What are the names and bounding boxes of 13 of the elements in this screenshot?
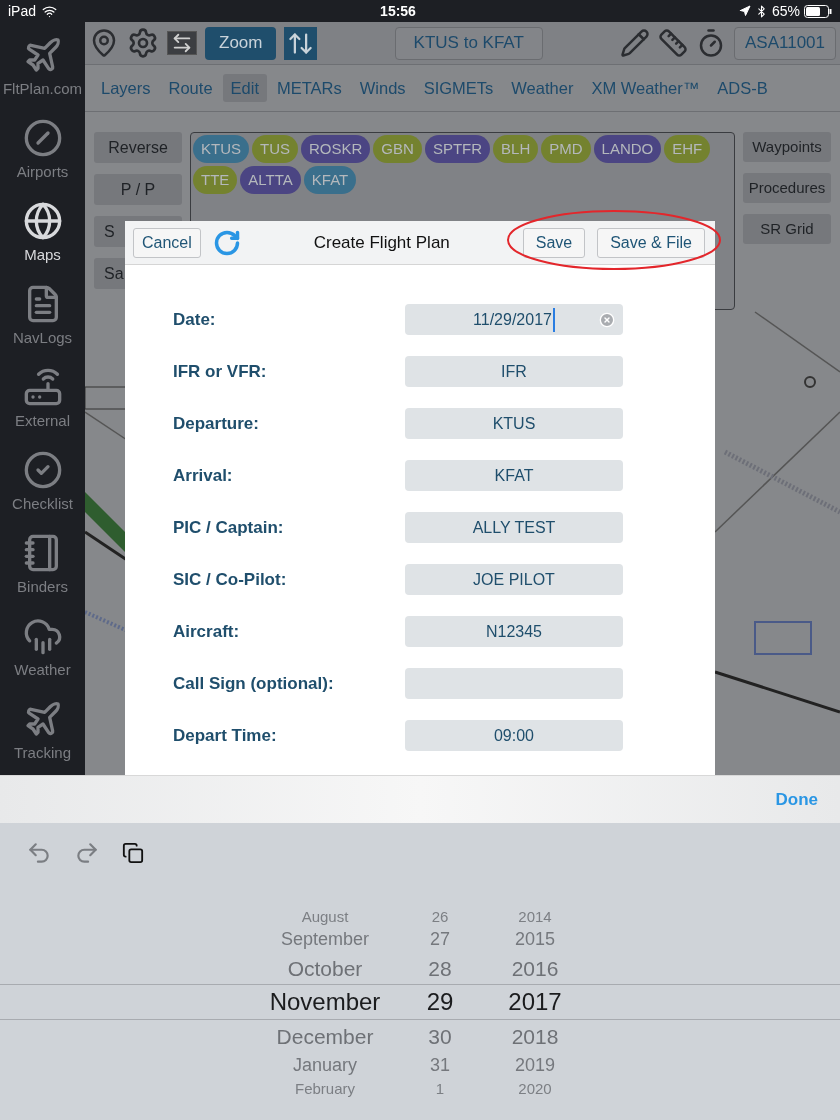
field-label: Depart Time: [172, 724, 278, 747]
dialog-title: Create Flight Plan [312, 231, 451, 254]
field-label: IFR or VFR: [172, 360, 268, 383]
field-label: Departure: [172, 412, 260, 435]
field-label: Aircraft: [172, 620, 241, 643]
battery-percent: 65% [771, 1, 800, 21]
field-label: SIC / Co-Pilot: [172, 568, 288, 591]
field-label: Date: [172, 308, 217, 331]
device-name: iPad [8, 1, 37, 21]
field-label: Arrival: [172, 464, 234, 487]
field-label: Call Sign (optional): [172, 672, 335, 695]
clock: 15:56 [379, 1, 417, 21]
field-label: PIC / Captain: [172, 516, 285, 539]
